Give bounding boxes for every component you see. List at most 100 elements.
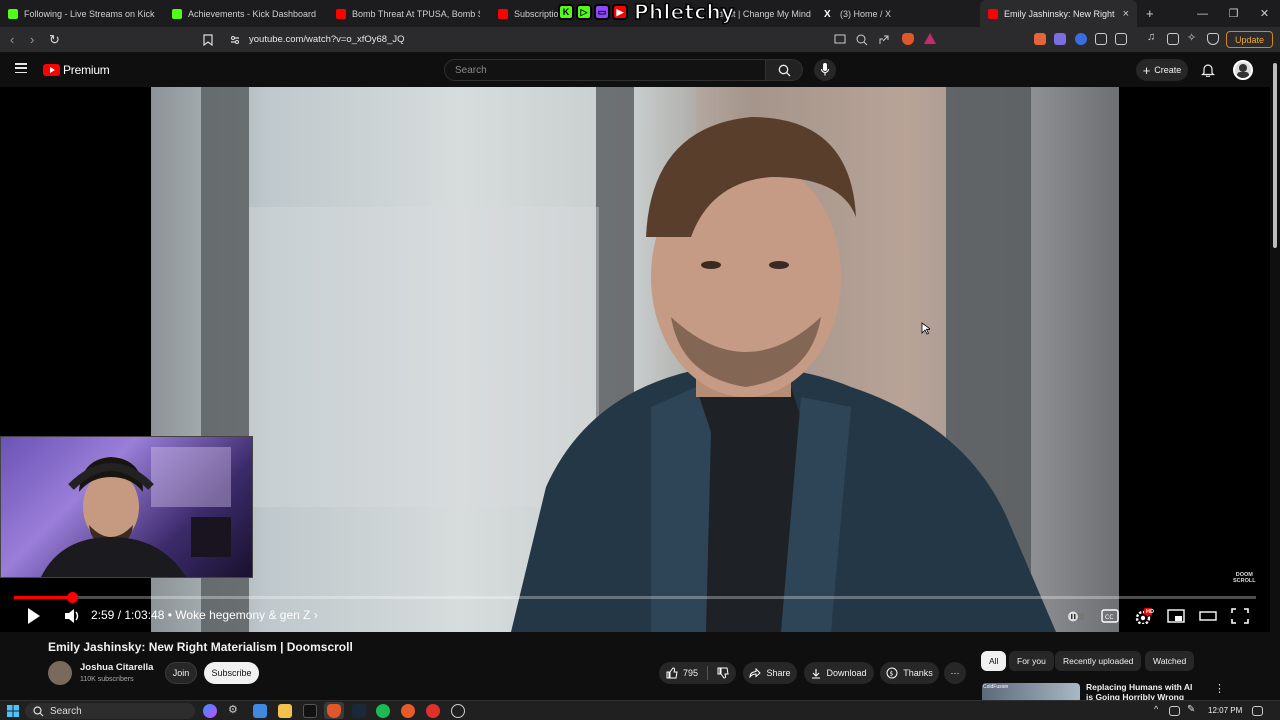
chapter-title[interactable]: • Woke hegemony & gen Z [168,608,311,622]
divider [707,666,709,680]
streamer-name: Phletchy [633,0,735,25]
url-field[interactable]: youtube.com/watch?v=o_xfOy68_JQ [249,34,405,45]
cast-icon[interactable] [834,34,846,45]
app-icon[interactable] [451,704,465,718]
bookmark-icon[interactable] [203,34,213,46]
more-actions-button[interactable]: ⋯ [944,662,966,684]
create-button[interactable]: + Create [1136,59,1188,81]
x-icon: X [824,8,831,20]
leo-ai-icon[interactable]: ✧ [1187,31,1199,44]
brave-shield-icon[interactable] [902,33,914,45]
music-icon[interactable]: ♫ [1147,31,1159,43]
miniplayer-icon[interactable] [1167,608,1185,624]
video-frame[interactable] [151,87,1119,632]
download-button[interactable]: Download [804,662,874,684]
video-player[interactable]: DOOM SCROLL 2:59 / 1:03:48 • Woke hegemo… [0,87,1270,632]
youtube-logo-icon[interactable] [43,64,60,76]
extension-icon[interactable] [1054,33,1066,45]
filter-chip-all[interactable]: All [981,651,1007,671]
windows-start-icon[interactable] [7,705,19,717]
mouse-cursor-icon [921,322,930,335]
search-input[interactable]: Search [444,59,766,81]
browser-tab[interactable]: Bomb Threat At TPUSA, Bomb Squad [336,0,480,27]
filter-chip-for-you[interactable]: For you [1009,651,1054,671]
pen-icon[interactable]: ✎ [1187,704,1201,718]
spotify-icon[interactable] [376,704,390,718]
browser-tab[interactable]: Following - Live Streams on Kick [8,0,163,27]
captions-icon[interactable]: CC [1101,608,1119,624]
chapter-chevron-icon[interactable]: › [314,608,318,622]
volume-icon[interactable] [64,608,80,624]
filter-chip-watched[interactable]: Watched [1145,651,1195,671]
tray-chevron-icon[interactable]: ^ [1154,704,1158,714]
extensions-puzzle-icon[interactable] [1095,33,1107,45]
steam-icon[interactable] [352,704,366,718]
theater-mode-icon[interactable] [1199,608,1217,624]
copilot-icon[interactable] [203,704,217,718]
browser-tab[interactable]: X (3) Home / X [824,0,974,27]
browser-tab-active[interactable]: Emily Jashinsky: New Right Mat × [980,0,1137,27]
back-icon[interactable]: ‹ [10,32,14,47]
dislike-icon[interactable] [717,667,729,679]
youtube-premium-label[interactable]: Premium [63,63,110,77]
subscribe-button[interactable]: Subscribe [204,662,259,684]
autoplay-toggle-icon[interactable] [1066,608,1084,624]
file-explorer-icon[interactable] [278,704,292,718]
notifications-icon[interactable] [1252,706,1263,716]
like-icon[interactable] [666,667,678,679]
share-button[interactable]: Share [743,662,797,684]
recommendation-title[interactable]: Replacing Humans with AI is Going Horrib… [1086,682,1201,700]
webcam-image [41,447,231,577]
minimize-button[interactable]: — [1187,8,1218,20]
recommendation-more-icon[interactable]: ⋮ [1214,682,1225,695]
brave-icon[interactable] [327,704,341,718]
store-icon[interactable] [253,704,267,718]
scrollbar-thumb[interactable] [1273,63,1277,248]
thanks-button[interactable]: $ Thanks [880,662,939,684]
extension-icon[interactable] [1075,33,1087,45]
hamburger-menu-icon[interactable] [15,63,27,74]
youtube-icon: ▶ [612,4,628,20]
tray-icon[interactable] [1169,706,1180,716]
notifications-bell-icon[interactable] [1201,63,1215,77]
site-settings-icon[interactable] [230,35,240,45]
zoom-icon[interactable] [856,34,868,46]
like-count[interactable]: 795 [683,668,698,678]
share-page-icon[interactable] [878,34,890,46]
progress-scrubber[interactable] [67,592,78,603]
search-button[interactable] [766,59,803,81]
wallet-icon[interactable] [1115,33,1127,45]
twitch-icon: ▭ [594,4,610,20]
browser-tab[interactable]: Achievements - Kick Dashboard [172,0,322,27]
sidebar-icon[interactable] [1167,33,1179,45]
join-button[interactable]: Join [165,662,197,684]
new-tab-button[interactable]: + [1146,0,1160,27]
forward-icon[interactable]: › [30,32,34,47]
reload-icon[interactable]: ↻ [49,32,60,48]
brave-rewards-icon[interactable] [924,33,936,44]
taskbar-search-input[interactable]: Search [25,703,195,719]
maximize-button[interactable]: ❐ [1218,7,1249,20]
voice-search-button[interactable] [814,59,836,81]
firefox-icon[interactable] [401,704,415,718]
channel-avatar[interactable] [48,661,72,685]
fullscreen-icon[interactable] [1231,608,1249,624]
settings-icon[interactable]: ⚙ [228,703,242,717]
close-tab-icon[interactable]: × [1123,8,1129,20]
obs-icon[interactable] [426,704,440,718]
progress-bar[interactable] [14,592,1256,603]
browser-tab[interactable]: Subscriptions [498,0,558,27]
tab-title: (3) Home / X [840,8,892,19]
page-scrollbar[interactable] [1270,53,1280,700]
kick-icon [8,8,18,19]
account-avatar[interactable] [1233,60,1253,80]
vpn-icon[interactable] [1207,33,1219,45]
update-button[interactable]: Update [1226,31,1273,48]
filter-chip-recently-uploaded[interactable]: Recently uploaded [1055,651,1142,671]
play-icon[interactable] [28,608,40,624]
taskbar-clock[interactable]: 12:07 PM [1208,706,1242,715]
terminal-icon[interactable] [303,704,317,718]
channel-name[interactable]: Joshua Citarella [80,662,153,673]
close-window-button[interactable]: ✕ [1249,7,1280,20]
extension-icon[interactable] [1034,33,1046,45]
